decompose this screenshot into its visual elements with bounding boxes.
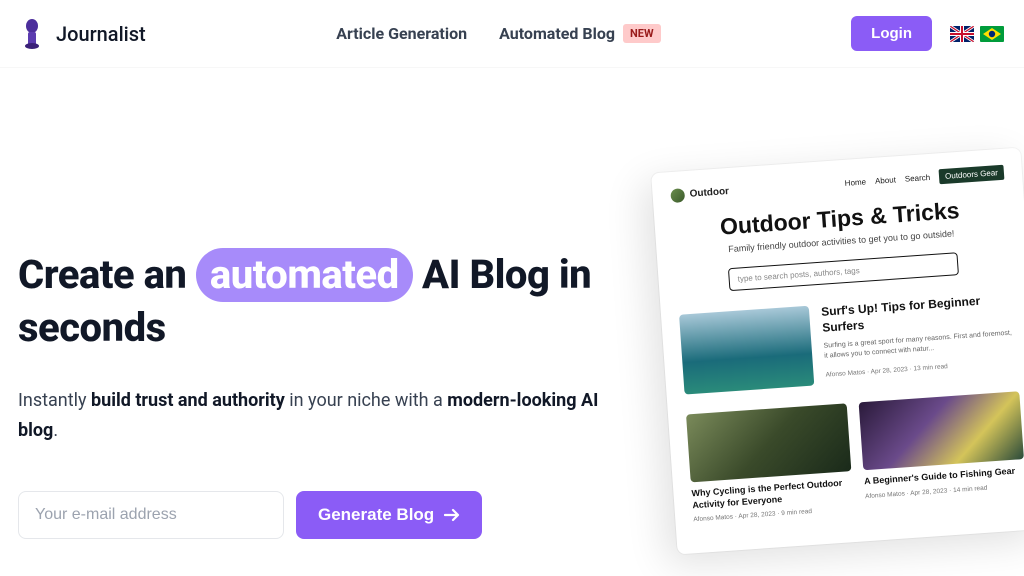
- preview-post1-meta: Afonso Matos · Apr 28, 2023 · 13 min rea…: [825, 358, 1017, 378]
- preview-search-box: type to search posts, authors, tags: [728, 252, 959, 291]
- sub-bold-1: build trust and authority: [91, 390, 285, 411]
- preview-featured-post: Surf's Up! Tips for Beginner Surfers Sur…: [679, 291, 1018, 394]
- login-button[interactable]: Login: [851, 16, 932, 51]
- preview-nav-search: Search: [905, 173, 931, 184]
- preview-logo-icon: [670, 188, 685, 203]
- preview-logo: Outdoor: [670, 184, 729, 202]
- hero-content: Create an automated AI Blog in seconds I…: [18, 118, 608, 571]
- generate-blog-label: Generate Blog: [318, 505, 434, 525]
- preview-logo-text: Outdoor: [689, 186, 729, 200]
- brand-name: Journalist: [56, 22, 146, 46]
- nav-link-article-generation[interactable]: Article Generation: [336, 24, 467, 43]
- new-badge: NEW: [623, 24, 661, 43]
- nav-right: Login: [851, 16, 1004, 51]
- sub-part-3: .: [53, 420, 58, 441]
- preview-nav-about: About: [875, 175, 896, 185]
- preview-grid-item-1: Why Cycling is the Perfect Outdoor Activ…: [686, 403, 854, 523]
- preview-post-grid: Why Cycling is the Perfect Outdoor Activ…: [686, 391, 1024, 523]
- hero-section: Create an automated AI Blog in seconds I…: [0, 68, 1024, 571]
- brand-logo-icon: [20, 18, 44, 50]
- hero-headline: Create an automated AI Blog in seconds: [18, 248, 608, 354]
- brand-area[interactable]: Journalist: [20, 18, 146, 50]
- preview-post1-title: Surf's Up! Tips for Beginner Surfers: [821, 291, 1015, 336]
- flag-uk-icon[interactable]: [950, 26, 974, 42]
- preview-grid-item-2: A Beginner's Guide to Fishing Gear Afons…: [859, 391, 1024, 511]
- hero-subhead: Instantly build trust and authority in y…: [18, 386, 608, 445]
- sub-part-2: in your niche with a: [285, 390, 447, 411]
- arrow-right-icon: [444, 507, 460, 523]
- nav-center: Article Generation Automated Blog NEW: [146, 24, 851, 43]
- headline-highlight: automated: [196, 248, 413, 302]
- language-flags: [950, 26, 1004, 42]
- preview-nav-cta: Outdoors Gear: [939, 165, 1005, 184]
- nav-link-automated-blog-wrap[interactable]: Automated Blog NEW: [499, 24, 661, 43]
- blog-preview-card: Outdoor Home About Search Outdoors Gear …: [651, 148, 1024, 555]
- preview-nav-links: Home About Search Outdoors Gear: [844, 165, 1004, 191]
- preview-thumb-fishing: [859, 391, 1024, 470]
- preview-post-text: Surf's Up! Tips for Beginner Surfers Sur…: [821, 291, 1018, 384]
- flag-brazil-icon[interactable]: [980, 26, 1004, 42]
- preview-thumb-cycling: [686, 403, 851, 482]
- cta-row: Generate Blog: [18, 491, 608, 539]
- top-navbar: Journalist Article Generation Automated …: [0, 0, 1024, 68]
- sub-part-1: Instantly: [18, 390, 91, 411]
- preview-nav-home: Home: [844, 177, 866, 187]
- hero-preview: Outdoor Home About Search Outdoors Gear …: [664, 160, 1024, 542]
- nav-link-automated-blog: Automated Blog: [499, 24, 615, 43]
- generate-blog-button[interactable]: Generate Blog: [296, 491, 482, 539]
- headline-part-1: Create an: [18, 251, 196, 298]
- preview-thumb-surf: [679, 306, 814, 395]
- email-input[interactable]: [18, 491, 284, 539]
